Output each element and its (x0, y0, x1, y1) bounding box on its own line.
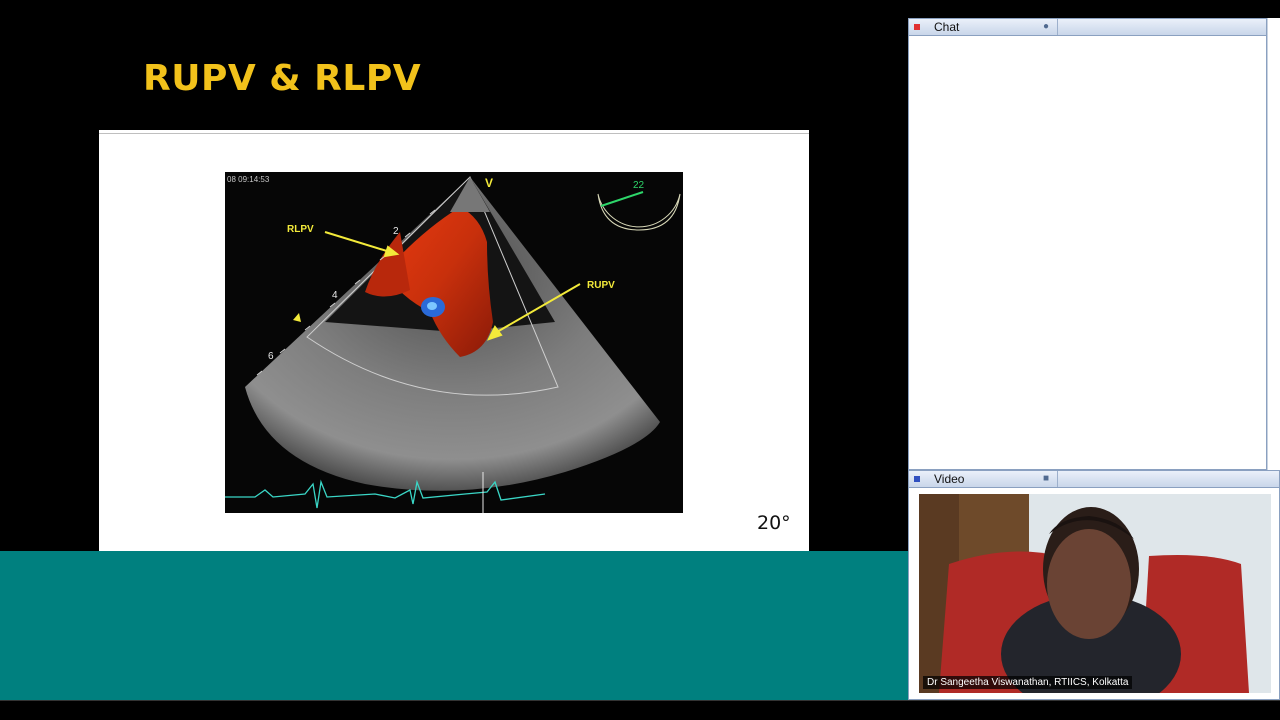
webcam-frame-svg (919, 494, 1271, 693)
chat-bubble-icon[interactable]: ● (1043, 21, 1049, 32)
video-panel: Video ■ Dr Sangeetha Viswanathan, RTIICS… (908, 470, 1280, 700)
slide-content-panel: 08 09:14:53 V 22 RLPV RUPV 2 4 6 20° (99, 130, 809, 551)
timestamp-label: 08 09:14:53 (227, 175, 270, 184)
chat-title: Chat (934, 20, 960, 34)
slide-divider (99, 133, 809, 134)
depth-mark: 2 (393, 226, 399, 237)
webcam-video[interactable]: Dr Sangeetha Viswanathan, RTIICS, Kolkat… (919, 494, 1271, 693)
chat-panel: Chat ● (908, 18, 1267, 470)
depth-mark: 4 (332, 290, 338, 301)
rlpv-label: RLPV (287, 224, 314, 235)
header-separator (1057, 19, 1058, 35)
video-status-dot (914, 476, 920, 482)
chat-header[interactable]: Chat ● (909, 19, 1266, 36)
depth-mark: 6 (268, 351, 274, 362)
angle-readout: 22 (633, 180, 645, 191)
header-separator (1057, 471, 1058, 487)
bottom-bar (0, 700, 1280, 720)
rupv-label: RUPV (587, 280, 615, 291)
chat-status-dot (914, 24, 920, 30)
chat-message-area[interactable] (909, 36, 1266, 469)
echocardiogram-image: 08 09:14:53 V 22 RLPV RUPV 2 4 6 (225, 172, 683, 513)
slide-footer-band (0, 551, 908, 700)
speaker-caption: Dr Sangeetha Viswanathan, RTIICS, Kolkat… (923, 676, 1133, 689)
video-title: Video (934, 472, 965, 486)
angle-label: 20° (757, 512, 791, 534)
camera-icon[interactable]: ■ (1043, 473, 1049, 484)
chat-scrollbar[interactable] (1267, 18, 1280, 470)
orientation-label: V (485, 176, 493, 190)
echo-svg: 08 09:14:53 V 22 RLPV RUPV 2 4 6 (225, 172, 683, 513)
video-header[interactable]: Video ■ (909, 471, 1279, 488)
slide-title: RUPV & RLPV (143, 58, 422, 99)
